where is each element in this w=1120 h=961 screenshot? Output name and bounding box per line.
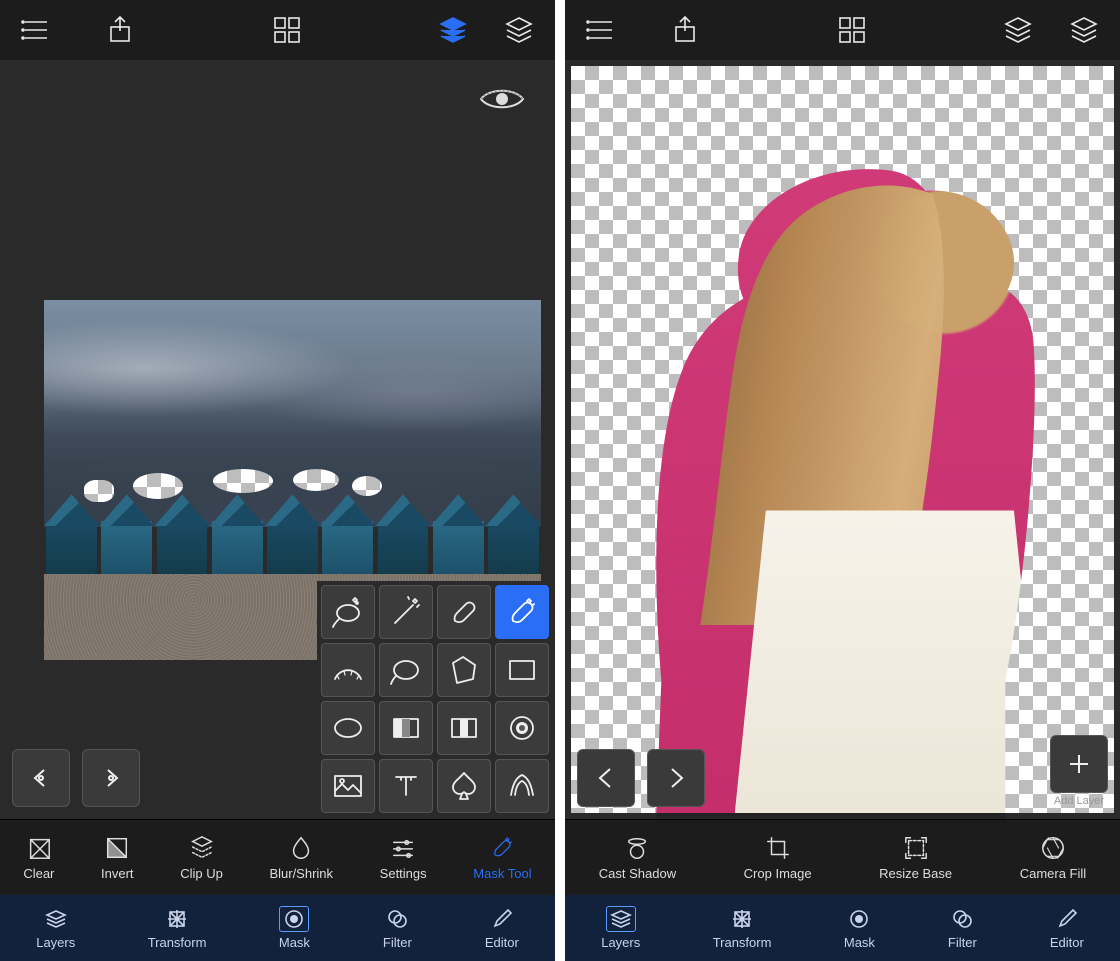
invert-action[interactable]: Invert bbox=[101, 835, 134, 881]
add-layer-label: Add Layer bbox=[1054, 795, 1104, 807]
text-icon[interactable] bbox=[379, 759, 433, 813]
list-icon[interactable] bbox=[583, 14, 619, 46]
rectangle-icon[interactable] bbox=[495, 643, 549, 697]
canvas-area[interactable] bbox=[0, 60, 555, 819]
right-panel: Add Layer Cast Shadow Crop Image Resize … bbox=[565, 0, 1120, 961]
ellipse-icon[interactable] bbox=[321, 701, 375, 755]
layer-nav bbox=[577, 749, 705, 807]
action-label: Clip Up bbox=[180, 866, 223, 881]
tab-row: Layers Transform Mask Filter Editor bbox=[0, 895, 555, 961]
layers-stack-icon[interactable] bbox=[501, 14, 537, 46]
share-icon[interactable] bbox=[667, 14, 703, 46]
canvas-area[interactable]: Add Layer bbox=[565, 60, 1120, 819]
list-icon[interactable] bbox=[18, 14, 54, 46]
tab-transform[interactable]: Transform bbox=[705, 902, 780, 954]
prev-layer-button[interactable] bbox=[577, 749, 635, 807]
clear-action[interactable]: Clear bbox=[23, 835, 54, 881]
cutout-subject[interactable] bbox=[625, 141, 1081, 813]
action-label: Resize Base bbox=[879, 866, 952, 881]
gradient-linear-icon[interactable] bbox=[379, 701, 433, 755]
action-label: Settings bbox=[380, 866, 427, 881]
sparkle-brush-icon[interactable] bbox=[495, 585, 549, 639]
action-label: Camera Fill bbox=[1020, 866, 1086, 881]
undo-button[interactable] bbox=[12, 749, 70, 807]
tab-filter[interactable]: Filter bbox=[374, 902, 420, 954]
action-row: Clear Invert Clip Up Blur/Shrink Setting… bbox=[0, 819, 555, 895]
tab-label: Layers bbox=[36, 935, 75, 950]
blur-shrink-action[interactable]: Blur/Shrink bbox=[269, 835, 333, 881]
lasso-icon[interactable] bbox=[379, 643, 433, 697]
grid-icon[interactable] bbox=[269, 14, 305, 46]
tab-layers[interactable]: Layers bbox=[28, 902, 83, 954]
mask-tool-grid bbox=[317, 581, 553, 817]
settings-action[interactable]: Settings bbox=[380, 835, 427, 881]
image-icon[interactable] bbox=[321, 759, 375, 813]
tab-editor[interactable]: Editor bbox=[1042, 902, 1092, 954]
tab-label: Transform bbox=[148, 935, 207, 950]
action-label: Crop Image bbox=[744, 866, 812, 881]
brush-icon[interactable] bbox=[437, 585, 491, 639]
polygon-lasso-icon[interactable] bbox=[437, 643, 491, 697]
crop-image-action[interactable]: Crop Image bbox=[744, 835, 812, 881]
left-panel: Clear Invert Clip Up Blur/Shrink Setting… bbox=[0, 0, 555, 961]
action-label: Mask Tool bbox=[473, 866, 531, 881]
tab-label: Transform bbox=[713, 935, 772, 950]
visibility-eye-icon[interactable] bbox=[479, 84, 525, 119]
tab-editor[interactable]: Editor bbox=[477, 902, 527, 954]
shadow-arc-icon[interactable] bbox=[321, 643, 375, 697]
topbar bbox=[0, 0, 555, 60]
action-row: Cast Shadow Crop Image Resize Base Camer… bbox=[565, 819, 1120, 895]
magic-lasso-icon[interactable] bbox=[321, 585, 375, 639]
tab-label: Editor bbox=[485, 935, 519, 950]
gradient-reflected-icon[interactable] bbox=[437, 701, 491, 755]
resize-base-action[interactable]: Resize Base bbox=[879, 835, 952, 881]
tab-label: Filter bbox=[383, 935, 412, 950]
tab-label: Mask bbox=[279, 935, 310, 950]
layers-outline-icon[interactable] bbox=[435, 14, 471, 46]
transparent-canvas[interactable] bbox=[571, 66, 1114, 813]
mask-tool-action[interactable]: Mask Tool bbox=[473, 835, 531, 881]
layers-outline-icon[interactable] bbox=[1000, 14, 1036, 46]
gradient-radial-icon[interactable] bbox=[495, 701, 549, 755]
redo-button[interactable] bbox=[82, 749, 140, 807]
tab-label: Mask bbox=[844, 935, 875, 950]
tab-label: Editor bbox=[1050, 935, 1084, 950]
tab-transform[interactable]: Transform bbox=[140, 902, 215, 954]
tab-label: Filter bbox=[948, 935, 977, 950]
spade-icon[interactable] bbox=[437, 759, 491, 813]
plus-icon[interactable] bbox=[1050, 735, 1108, 793]
magic-wand-icon[interactable] bbox=[379, 585, 433, 639]
cast-shadow-action[interactable]: Cast Shadow bbox=[599, 835, 676, 881]
tab-row: Layers Transform Mask Filter Editor bbox=[565, 895, 1120, 961]
tab-layers[interactable]: Layers bbox=[593, 902, 648, 954]
tab-label: Layers bbox=[601, 935, 640, 950]
tab-filter[interactable]: Filter bbox=[939, 902, 985, 954]
add-layer[interactable]: Add Layer bbox=[1050, 735, 1108, 807]
action-label: Blur/Shrink bbox=[269, 866, 333, 881]
grid-icon[interactable] bbox=[834, 14, 870, 46]
history-nav bbox=[12, 749, 140, 807]
tab-mask[interactable]: Mask bbox=[271, 902, 318, 954]
next-layer-button[interactable] bbox=[647, 749, 705, 807]
action-label: Cast Shadow bbox=[599, 866, 676, 881]
camera-fill-action[interactable]: Camera Fill bbox=[1020, 835, 1086, 881]
clip-up-action[interactable]: Clip Up bbox=[180, 835, 223, 881]
action-label: Clear bbox=[23, 866, 54, 881]
share-icon[interactable] bbox=[102, 14, 138, 46]
topbar bbox=[565, 0, 1120, 60]
hair-icon[interactable] bbox=[495, 759, 549, 813]
tab-mask[interactable]: Mask bbox=[836, 902, 883, 954]
action-label: Invert bbox=[101, 866, 134, 881]
layers-stack-icon[interactable] bbox=[1066, 14, 1102, 46]
